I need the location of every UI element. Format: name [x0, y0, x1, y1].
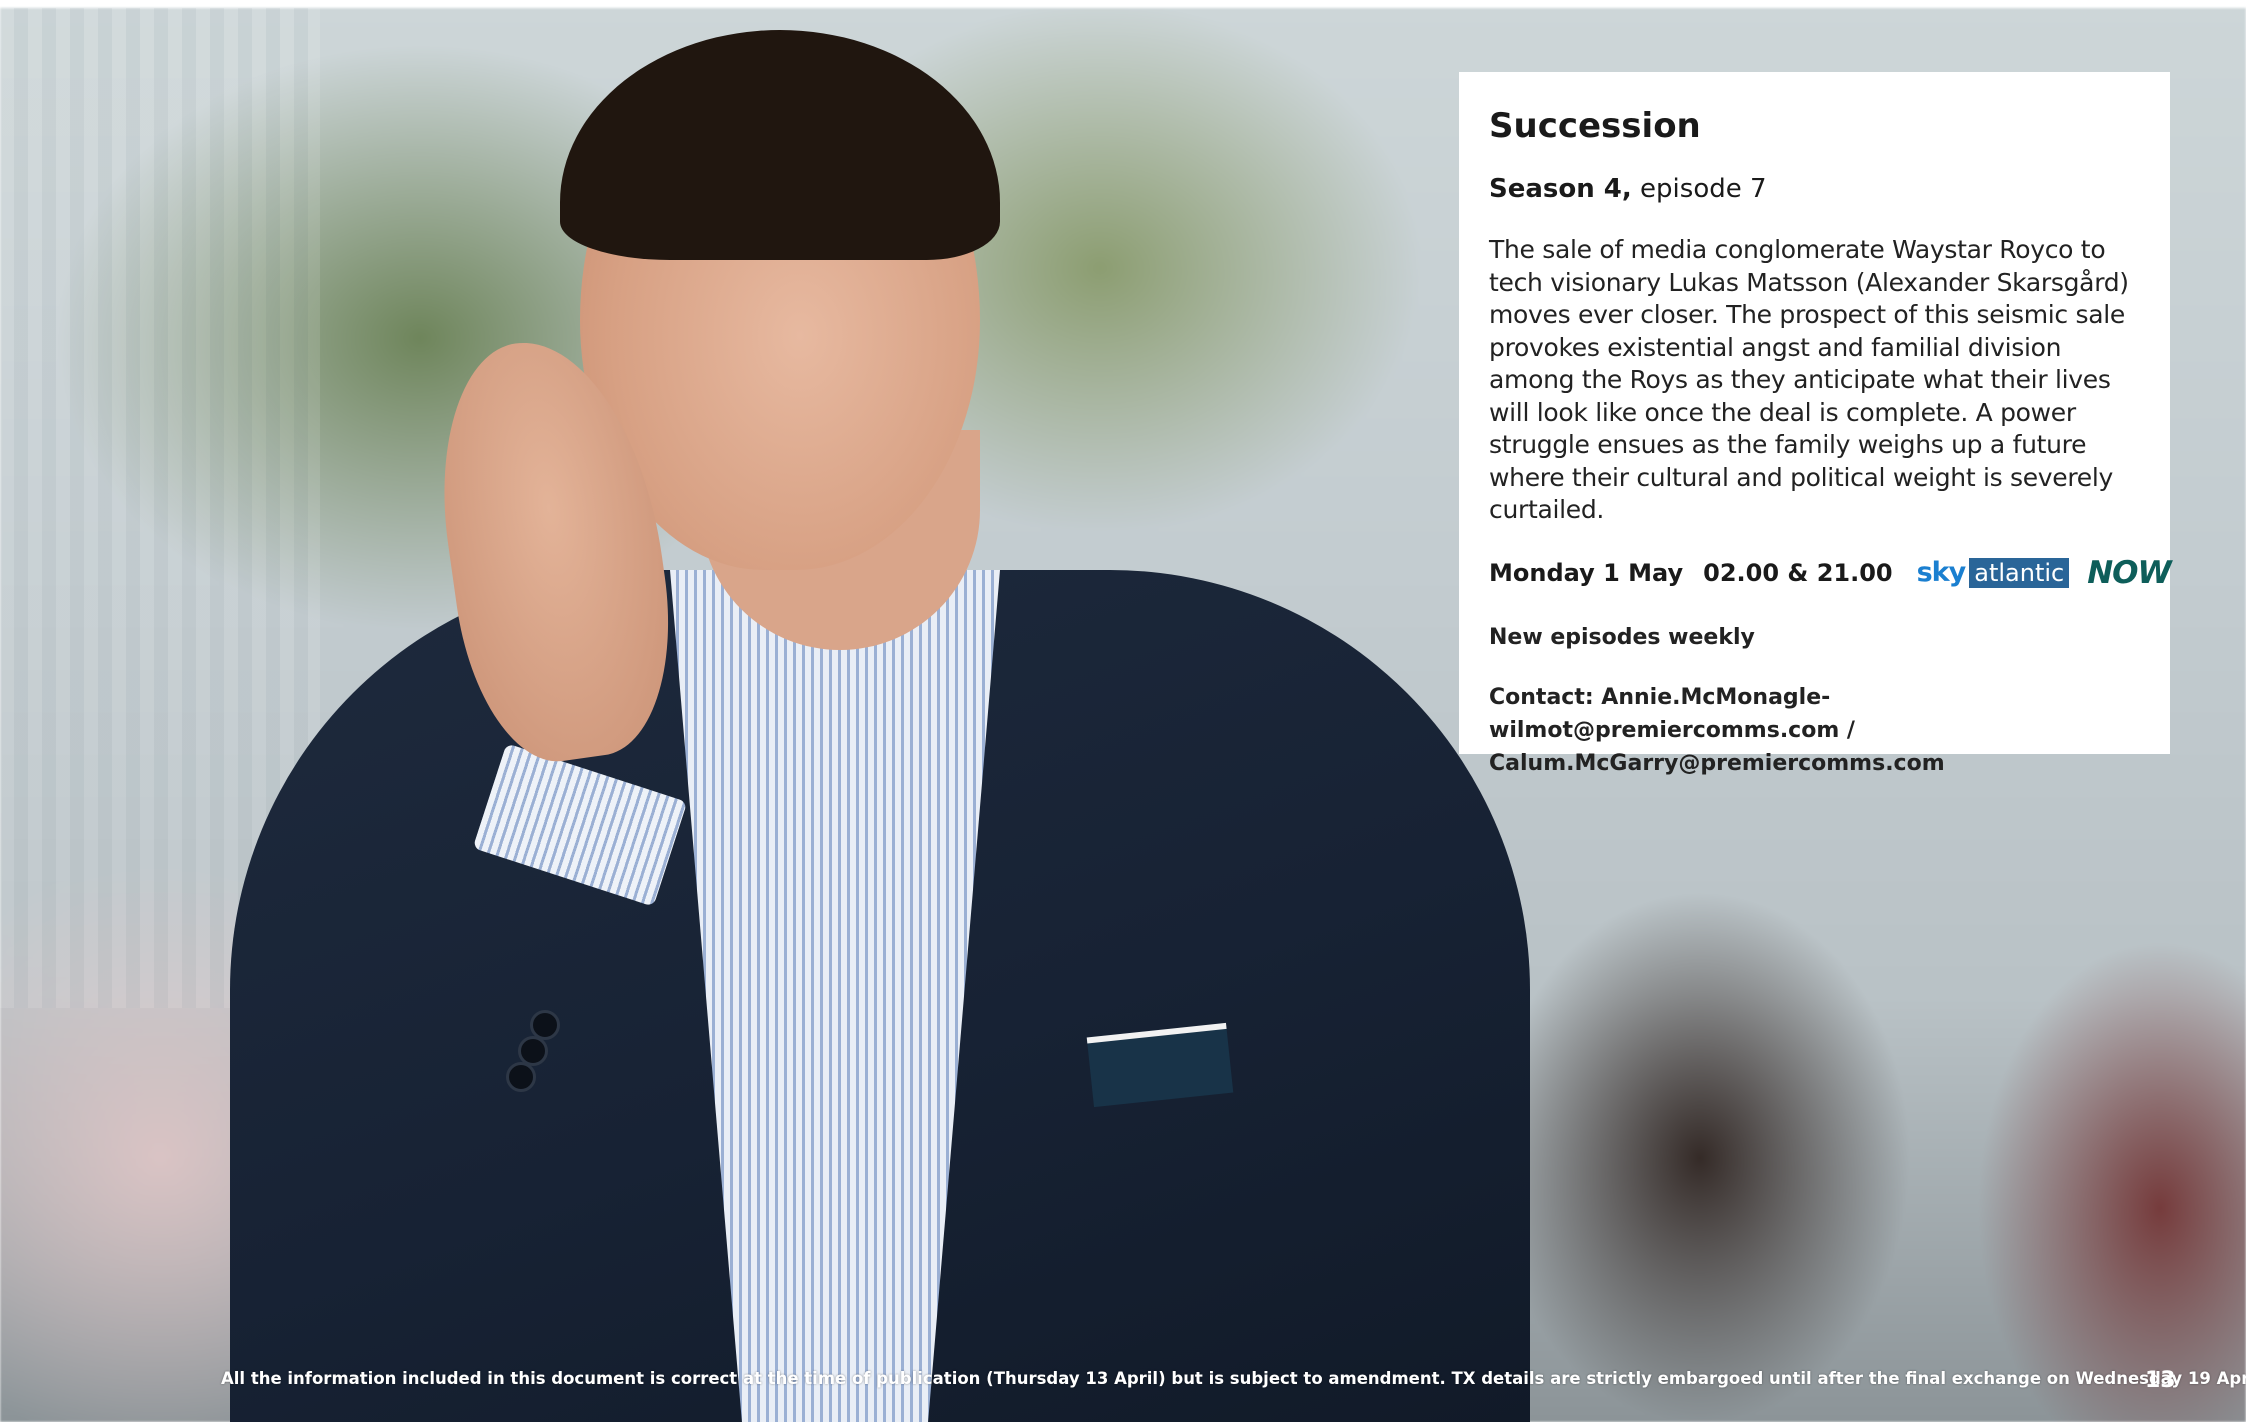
programme-info-panel: Succession Season 4, episode 7 The sale … — [1459, 72, 2172, 776]
season-episode: Season 4, episode 7 — [1489, 172, 2140, 206]
page-number: 13 — [2145, 1368, 2176, 1393]
press-contact: Contact: Annie.McMonagle-wilmot@premierc… — [1489, 681, 2140, 780]
legal-disclaimer: All the information included in this doc… — [221, 1369, 2246, 1388]
actor-photo — [200, 10, 1540, 1422]
pocket-square — [1086, 1022, 1234, 1108]
hair — [560, 30, 1000, 260]
sky-atlantic-logo: sky atlantic — [1916, 557, 2070, 588]
episode-frequency: New episodes weekly — [1489, 624, 1755, 650]
contact-line-1: Contact: Annie.McMonagle-wilmot@premierc… — [1489, 684, 1855, 743]
broadcast-listing: Monday 1 May 02.00 & 21.00 sky atlantic … — [1489, 553, 2172, 593]
sleeve-button — [506, 1062, 536, 1092]
sky-wordmark: sky — [1916, 557, 1967, 588]
broadcast-date: Monday 1 May — [1489, 558, 1684, 587]
season-label: Season 4, — [1489, 174, 1632, 204]
broadcast-times: 02.00 & 21.00 — [1703, 558, 1893, 587]
atlantic-wordmark: atlantic — [1969, 557, 2070, 588]
programme-title: Succession — [1489, 106, 1701, 146]
now-logo: NOW — [2087, 554, 2171, 591]
synopsis: The sale of media conglomerate Waystar R… — [1489, 235, 2129, 524]
episode-label: episode 7 — [1631, 174, 1767, 204]
contact-line-2: Calum.McGarry@premiercomms.com — [1489, 750, 1945, 776]
